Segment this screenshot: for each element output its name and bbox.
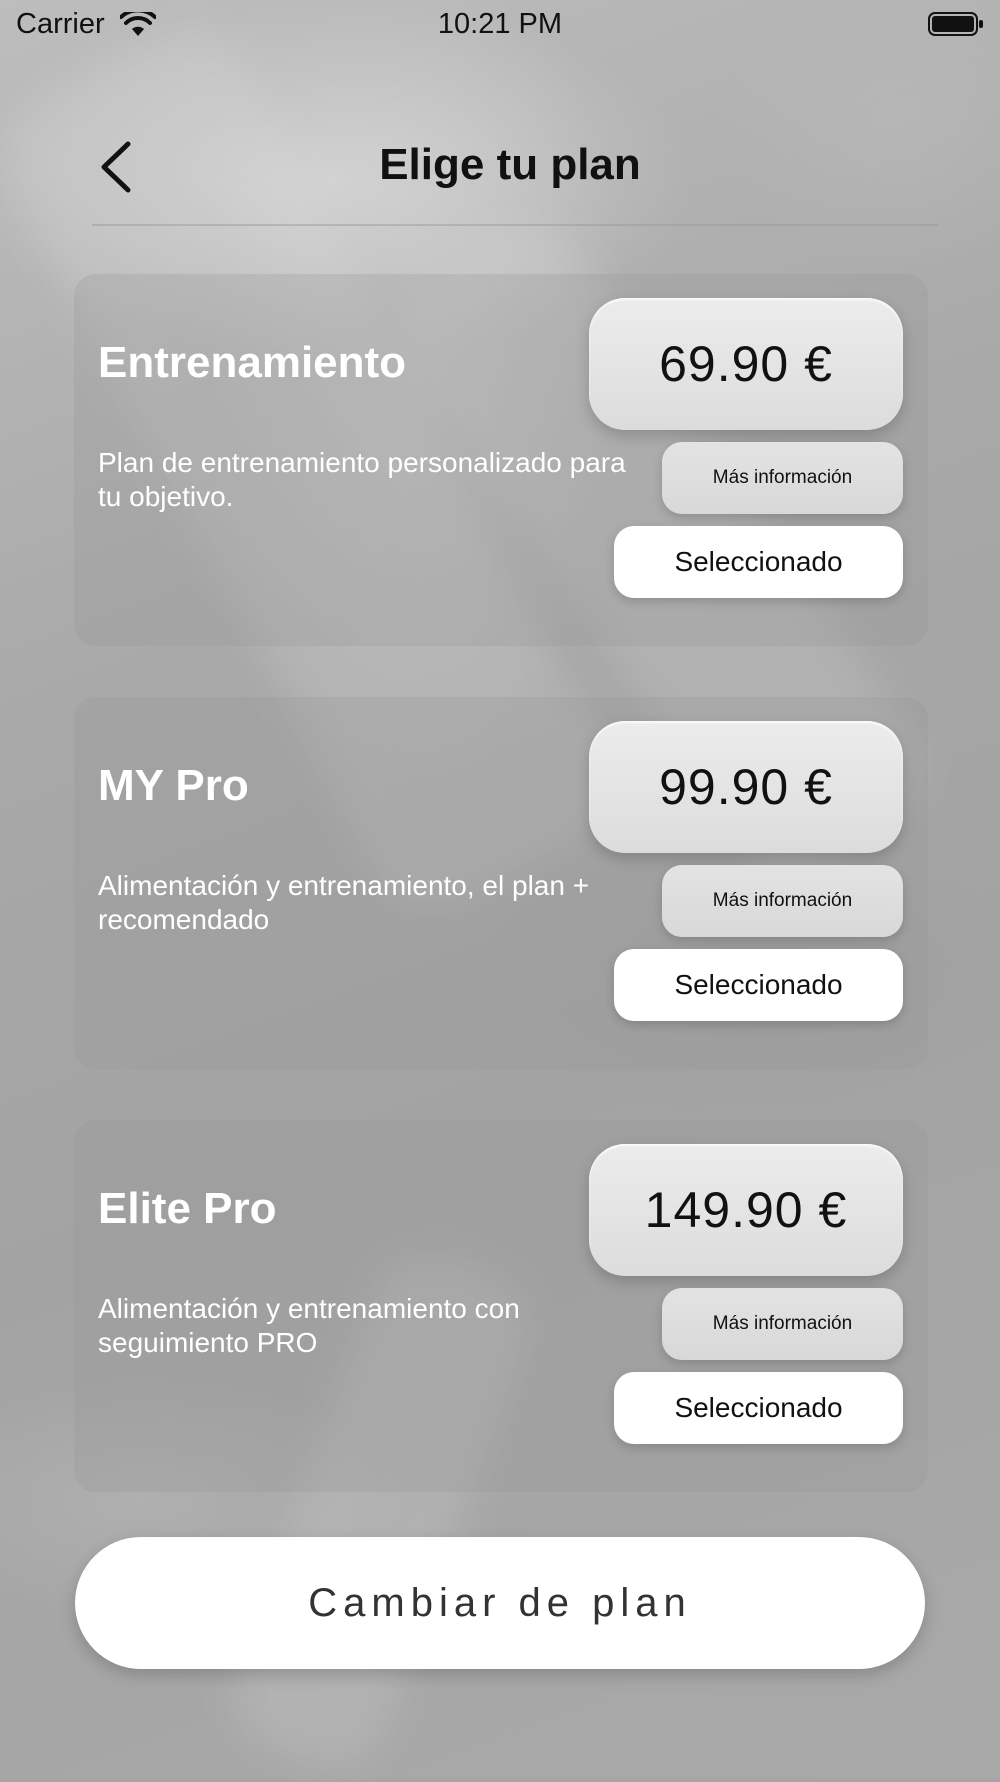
more-info-button[interactable]: Más información [662, 865, 903, 937]
change-plan-button[interactable]: Cambiar de plan [75, 1537, 925, 1669]
select-plan-button[interactable]: Seleccionado [614, 1372, 903, 1444]
plan-card-elite-pro: Elite Pro Alimentación y entrenamiento c… [74, 1120, 928, 1492]
more-info-button[interactable]: Más información [662, 1288, 903, 1360]
plan-card-my-pro: MY Pro Alimentación y entrenamiento, el … [74, 697, 928, 1069]
plan-description: Plan de entrenamiento personalizado para… [98, 447, 626, 512]
status-bar: Carrier 10:21 PM [0, 0, 1000, 50]
plan-card-entrenamiento: Entrenamiento Plan de entrenamiento pers… [74, 274, 928, 646]
plan-price: 149.90 € [589, 1144, 903, 1276]
plan-price: 69.90 € [589, 298, 903, 430]
plan-description: Alimentación y entrenamiento con seguimi… [98, 1293, 520, 1358]
more-info-button[interactable]: Más información [662, 442, 903, 514]
header-divider [92, 224, 938, 226]
battery-icon [928, 12, 983, 36]
status-time: 10:21 PM [437, 8, 563, 40]
plan-name: Entrenamiento [98, 338, 407, 387]
page-title: Elige tu plan [379, 140, 641, 189]
plan-price: 99.90 € [589, 721, 903, 853]
plan-description: Alimentación y entrenamiento, el plan + … [98, 870, 590, 935]
select-plan-button[interactable]: Seleccionado [614, 526, 903, 598]
plan-name: Elite Pro [98, 1184, 277, 1233]
select-plan-button[interactable]: Seleccionado [614, 949, 903, 1021]
plan-name: MY Pro [98, 761, 249, 810]
